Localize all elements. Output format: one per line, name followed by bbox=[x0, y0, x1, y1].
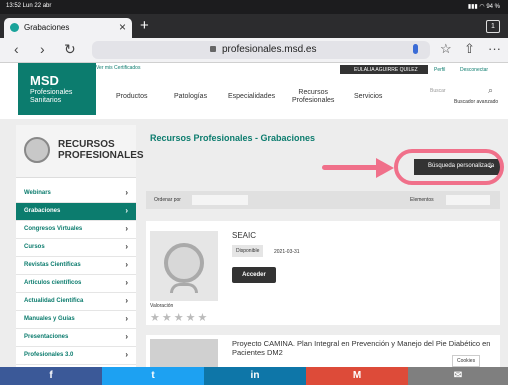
chevron-right-icon: › bbox=[125, 314, 128, 323]
webcam-base bbox=[170, 283, 198, 293]
microphone-icon[interactable] bbox=[413, 44, 418, 54]
certificates-link[interactable]: Ver mis Certificados bbox=[96, 65, 140, 71]
search-icon[interactable]: ⌕ bbox=[488, 85, 493, 96]
sidebar-header: RECURSOS PROFESIONALES bbox=[16, 125, 144, 178]
gmail-share-button[interactable]: M bbox=[306, 367, 408, 385]
site-header: MSD Profesionales Sanitarios Ver mis Cert… bbox=[0, 63, 508, 119]
sidebar-item-actualidad[interactable]: Actualidad Científica › bbox=[16, 293, 136, 311]
chevron-right-icon: › bbox=[125, 242, 128, 251]
msd-logo[interactable]: MSD Profesionales Sanitarios bbox=[18, 63, 96, 115]
sidebar-item-webinars[interactable]: Webinars › bbox=[16, 185, 136, 203]
url-text: profesionales.msd.es bbox=[222, 44, 317, 55]
resources-icon bbox=[24, 137, 50, 163]
chevron-right-icon: › bbox=[125, 296, 128, 305]
elements-select[interactable] bbox=[446, 195, 490, 205]
sidebar-title: RECURSOS PROFESIONALES bbox=[58, 139, 144, 161]
status-bar: 13:52 Lun 22 abr ▮▮▮ ◠ 94 % bbox=[0, 0, 508, 14]
sidebar-item-revistas[interactable]: Revistas Científicas › bbox=[16, 257, 136, 275]
nav-patologias[interactable]: Patologías bbox=[174, 93, 207, 100]
logout-link[interactable]: Desconectar bbox=[460, 67, 488, 73]
page-title: Recursos Profesionales - Grabaciones bbox=[150, 133, 316, 143]
recording-title[interactable]: SEAIC bbox=[232, 231, 256, 240]
main-content: Recursos Profesionales - Grabaciones Bús… bbox=[146, 125, 504, 367]
status-time: 13:52 Lun 22 abr bbox=[6, 3, 52, 9]
filter-bar: Ordenar por Elementos bbox=[146, 191, 500, 209]
logo-title: MSD bbox=[30, 73, 59, 88]
back-icon[interactable]: ‹ bbox=[14, 41, 19, 57]
annotation-arrow-head bbox=[376, 158, 394, 178]
facebook-share-button[interactable]: f bbox=[0, 367, 102, 385]
cookies-button[interactable]: Cookies bbox=[452, 355, 481, 367]
close-tab-icon[interactable]: × bbox=[119, 20, 126, 34]
share-bar: f t in M ✉ bbox=[0, 367, 508, 385]
chevron-right-icon: › bbox=[125, 224, 128, 233]
nav-recursos[interactable]: Recursos Profesionales bbox=[292, 89, 334, 105]
sidebar: RECURSOS PROFESIONALES Webinars › Grabacio… bbox=[16, 125, 144, 367]
chevron-right-icon: › bbox=[125, 278, 128, 287]
profile-link[interactable]: Perfil bbox=[434, 67, 445, 73]
advanced-search-link[interactable]: Buscador avanzado bbox=[454, 99, 498, 105]
address-bar[interactable]: profesionales.msd.es bbox=[92, 41, 430, 59]
annotation-arrow bbox=[322, 165, 382, 170]
chevron-right-icon: › bbox=[125, 206, 128, 215]
chevron-right-icon: › bbox=[125, 260, 128, 269]
forward-icon[interactable]: › bbox=[40, 41, 45, 57]
battery-level: 94 % bbox=[486, 4, 500, 10]
logo-subtitle: Profesionales Sanitarios bbox=[30, 89, 73, 104]
recording-card: SEAIC Disponible 2021-03-31 Acceder Valo… bbox=[146, 221, 500, 325]
rating-label: Valoración bbox=[150, 303, 174, 309]
browser-toolbar: ‹ › ↻ profesionales.msd.es ☆ ⇧ ··· bbox=[0, 38, 508, 63]
nav-servicios[interactable]: Servicios bbox=[354, 93, 382, 100]
bookmark-icon[interactable]: ☆ bbox=[440, 41, 452, 57]
email-share-button[interactable]: ✉ bbox=[408, 367, 508, 385]
annotation-circle bbox=[394, 149, 504, 185]
browser-tab[interactable]: Grabaciones × bbox=[4, 18, 132, 38]
ipad-screen: 13:52 Lun 22 abr ▮▮▮ ◠ 94 % Grabaciones … bbox=[0, 0, 508, 385]
nav-productos[interactable]: Productos bbox=[116, 93, 148, 100]
chevron-right-icon: › bbox=[125, 350, 128, 359]
reload-icon[interactable]: ↻ bbox=[64, 41, 76, 58]
user-chip[interactable]: EULALIA AGUIRRE QUILEZ bbox=[340, 65, 428, 74]
access-button[interactable]: Acceder bbox=[232, 267, 276, 283]
chevron-right-icon: › bbox=[125, 188, 128, 197]
recording-card: Proyecto CAMINA. Plan Integral en Preven… bbox=[146, 335, 500, 367]
more-icon[interactable]: ··· bbox=[488, 41, 501, 56]
user-name: EULALIA AGUIRRE QUILEZ bbox=[354, 67, 418, 73]
star-rating[interactable]: ★★★★★ bbox=[150, 311, 209, 324]
sidebar-item-presentaciones[interactable]: Presentaciones › bbox=[16, 329, 136, 347]
linkedin-share-button[interactable]: in bbox=[204, 367, 306, 385]
webcam-icon bbox=[164, 243, 204, 283]
status-badge: Disponible bbox=[232, 245, 264, 257]
page-body: RECURSOS PROFESIONALES Webinars › Grabacio… bbox=[0, 119, 508, 367]
sidebar-item-congresos[interactable]: Congresos Virtuales › bbox=[16, 221, 136, 239]
sidebar-item-articulos[interactable]: Artículos científicos › bbox=[16, 275, 136, 293]
new-tab-icon[interactable]: + bbox=[140, 17, 149, 34]
battery-indicator: ▮▮▮ ◠ 94 % bbox=[467, 4, 500, 10]
search-input[interactable]: Buscar bbox=[430, 88, 446, 94]
share-icon[interactable]: ⇧ bbox=[464, 41, 475, 57]
recording-thumbnail[interactable] bbox=[150, 231, 218, 301]
sidebar-item-manuales[interactable]: Manuales y Guías › bbox=[16, 311, 136, 329]
elements-label: Elementos bbox=[410, 197, 434, 203]
nav-especialidades[interactable]: Especialidades bbox=[228, 93, 275, 100]
browser-tab-bar: Grabaciones × + 1 bbox=[0, 14, 508, 38]
sidebar-item-profesionales-3[interactable]: Profesionales 3.0 › bbox=[16, 347, 136, 365]
twitter-share-button[interactable]: t bbox=[102, 367, 204, 385]
sort-select[interactable] bbox=[192, 195, 248, 205]
tab-title: Grabaciones bbox=[24, 23, 70, 32]
recording-date: 2021-03-31 bbox=[274, 249, 300, 255]
sidebar-item-grabaciones[interactable]: Grabaciones › bbox=[16, 203, 136, 221]
favicon-icon bbox=[10, 23, 19, 32]
sidebar-item-cursos[interactable]: Cursos › bbox=[16, 239, 136, 257]
lock-icon bbox=[210, 46, 216, 52]
chevron-right-icon: › bbox=[125, 332, 128, 341]
recording-thumbnail[interactable] bbox=[150, 339, 218, 367]
sort-label: Ordenar por bbox=[154, 197, 181, 203]
tab-count-button[interactable]: 1 bbox=[486, 20, 500, 33]
